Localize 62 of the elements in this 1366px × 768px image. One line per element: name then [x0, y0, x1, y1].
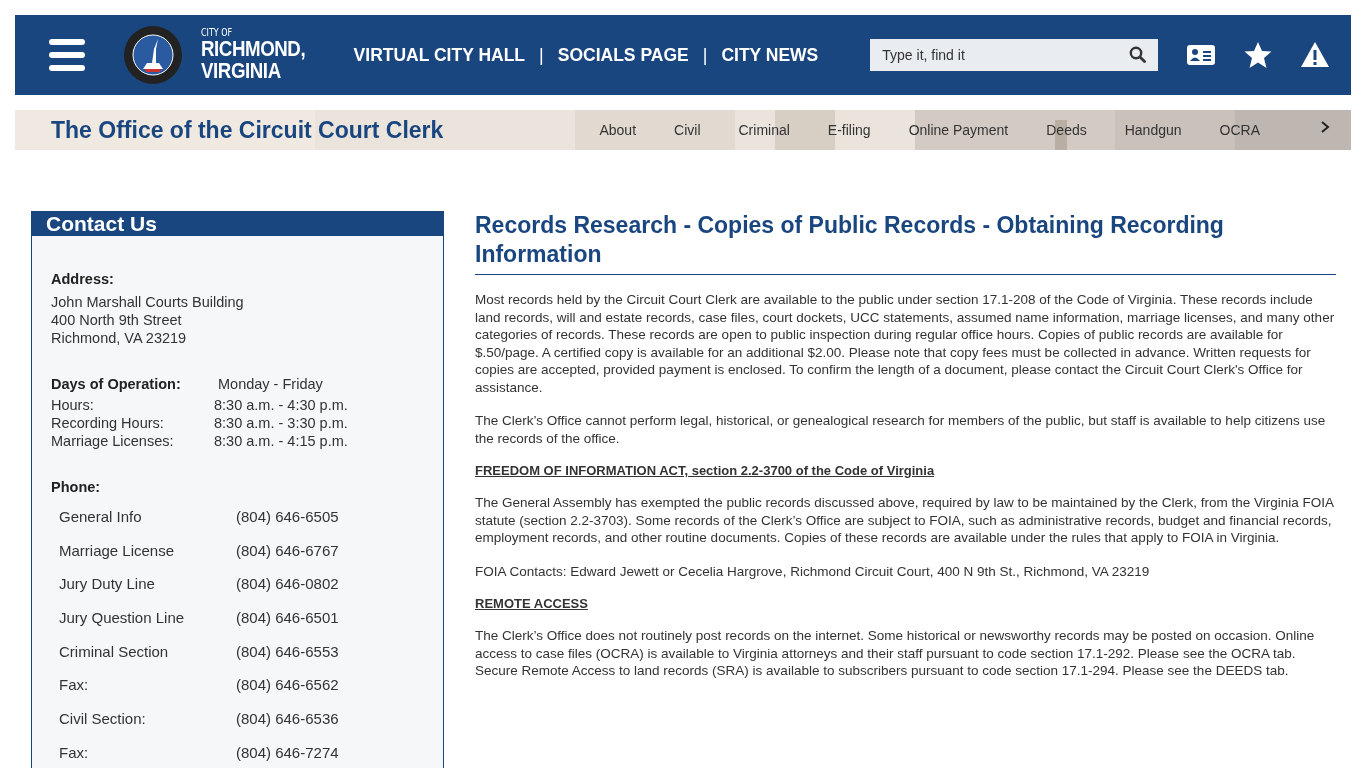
section-heading: FREEDOM OF INFORMATION ACT, section 2.2-3700 of the Code of Virginia [475, 463, 936, 478]
phone-number: (804) 646-6767 [236, 541, 340, 560]
phone-name: General Info [59, 507, 143, 526]
paragraph: The General Assembly has exempted the public records discussed above, required by law to be maintained by the Clerk, from the Virginia FOIA statute (section 2.2-3703). Some records of the Clerk’s Office are subject to FOIA, such as administrative records, budget and financial records, employment records, and other routine documents. Copies of these records are available under the rules that apply to FOIA in Virginia. [475, 494, 1335, 547]
separator: | [539, 44, 544, 66]
hours-label: Hours: [51, 396, 95, 414]
phone-label: Phone: [51, 478, 102, 496]
nav-tab[interactable]: About [580, 122, 656, 138]
warning-icon[interactable] [1300, 40, 1331, 70]
header-link[interactable]: SOCIALS PAGE [557, 44, 689, 66]
phone-name: Marriage License [59, 541, 176, 560]
phone-number: (804) 646-6562 [236, 676, 340, 695]
nav-tab[interactable]: Deeds [1027, 122, 1106, 138]
hours-value: 8:30 a.m. - 3:30 p.m. [214, 414, 349, 432]
nav-tab[interactable]: Online Payment [889, 122, 1028, 138]
section-heading: REMOTE ACCESS [475, 596, 589, 611]
address-label: Address: [51, 270, 115, 288]
phone-name: Fax: [59, 743, 90, 762]
phone-number: (804) 646-6536 [236, 709, 340, 728]
paragraph: The Clerk’s Office does not routinely post records on the internet. Some historical or newsworthy records may be posted on occasion. Online access to case files (OCRA) is available to Virginia attorneys and their staff pursuant to code section 17.1-292. Please see the OCRA tab. Secure Remote Access to land records (SRA) is available to subscribers pursuant to code section 17.1-294. Please see the DEEDS tab. [475, 627, 1316, 680]
menu-icon[interactable] [49, 39, 85, 71]
header-link[interactable]: CITY NEWS [721, 44, 819, 66]
seal-icon[interactable] [123, 25, 183, 85]
hours-value: 8:30 a.m. - 4:30 p.m. [214, 396, 349, 414]
phone-number: (804) 646-7274 [236, 743, 340, 762]
chevron-right-icon[interactable] [1319, 120, 1331, 134]
nav-tab[interactable]: Handgun [1105, 122, 1201, 138]
nav-tab[interactable]: OCRA [1200, 122, 1279, 138]
hours-label: Recording Hours: [51, 414, 165, 432]
days-label: Days of Operation: [51, 375, 182, 393]
nav-tab[interactable]: E-filing [808, 122, 890, 138]
logo-title: VIRGINIA [201, 60, 281, 82]
logo-caption: CITY OF [201, 28, 234, 38]
paragraph: FOIA Contacts: Edward Jewett or Cecelia Hargrove, Richmond Circuit Court, 400 N 9th St., Richmond, VA 23219 [475, 562, 1151, 580]
panel-title: Contact Us [32, 212, 443, 236]
address-line: 400 North 9th Street [51, 311, 183, 329]
separator: | [702, 44, 708, 66]
logo-title: RICHMOND, [201, 38, 306, 60]
address-line: Richmond, VA 23219 [51, 329, 188, 347]
phone-name: Civil Section: [59, 709, 147, 728]
header-link[interactable]: VIRTUAL CITY HALL [353, 44, 526, 66]
search-icon[interactable] [1129, 46, 1147, 63]
paragraph: The Clerk’s Office cannot perform legal, historical, or genealogical research for members of the public, but staff is available to help citizens use the records of the office. [475, 412, 1327, 447]
address-line: John Marshall Courts Building [51, 293, 245, 311]
nav-tab[interactable]: Civil [655, 122, 720, 138]
hours-label: Marriage Licenses: [51, 432, 175, 450]
phone-name: Jury Question Line [59, 608, 186, 627]
phone-name: Jury Duty Line [59, 575, 156, 594]
phone-name: Fax: [59, 676, 90, 695]
hours-value: 8:30 a.m. - 4:15 p.m. [214, 432, 349, 450]
days-value: Monday - Friday [217, 375, 324, 393]
phone-number: (804) 646-6553 [236, 642, 340, 661]
paragraph: Most records held by the Circuit Court Clerk are available to the public under section 17.1-208 of the Code of Virginia. These records include land records, will and estate records, case files, court dockets, UCC statements, assumed name information, marriage licenses, and many other categories of records. These records are open to public inspection during regular office hours. Copies of public records are available for $.50/page. A certified copy is available for an additional $2.00. Please note that copy fees must be collected in advance. Written requests for copies are accepted, provided payment is enclosed. To confirm the length of a document, please contact the Circuit Court Clerk's Office for assistance. [475, 291, 1336, 396]
article-title: Records Research - Copies of Public Records - Obtaining Recording Information [475, 211, 1336, 275]
page-title: The Office of the Circuit Court Clerk [51, 116, 444, 144]
search-field[interactable]: Type it, find it [870, 39, 1159, 71]
phone-number: (804) 646-6501 [236, 608, 340, 627]
phone-number: (804) 646-0802 [236, 575, 340, 594]
phone-name: Criminal Section [59, 642, 170, 661]
nav-tab[interactable]: Criminal [719, 122, 809, 138]
phone-number: (804) 646-6505 [236, 507, 340, 526]
star-icon[interactable] [1243, 40, 1274, 70]
